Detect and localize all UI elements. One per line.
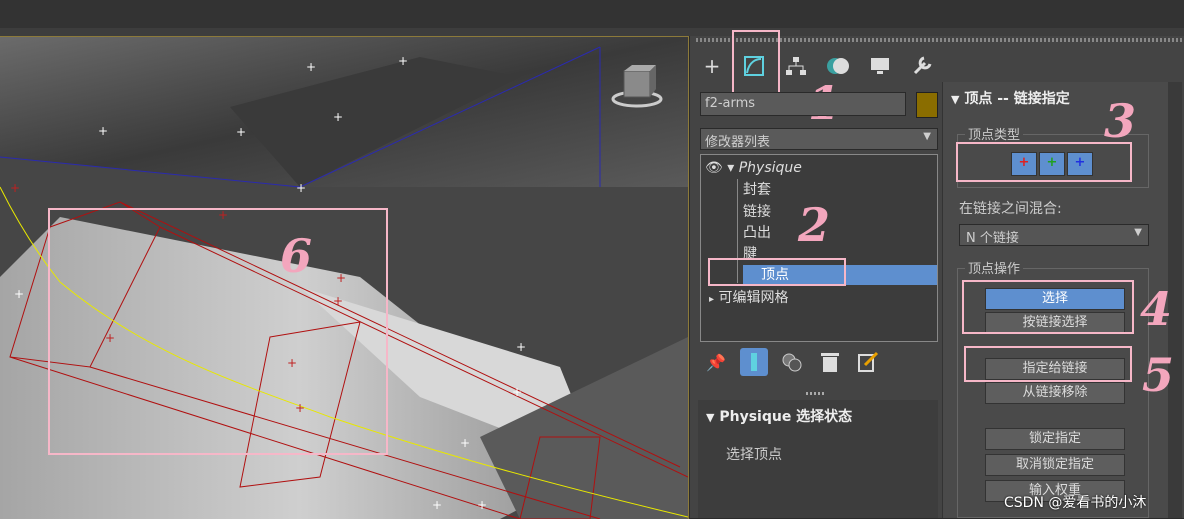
collapse-triangle-icon: ▼ <box>951 93 960 106</box>
annotation-6: 6 <box>280 229 313 283</box>
trash-icon[interactable] <box>816 348 844 376</box>
blend-dropdown[interactable]: N 个链接 ▼ <box>959 224 1149 246</box>
viewport[interactable]: + + + + + + + + + + + + + + + + + + + 6 <box>0 36 689 519</box>
chevron-down-icon: ▼ <box>1134 227 1142 238</box>
collapse-arrow-icon[interactable]: ▸ <box>709 294 714 305</box>
stack-item-editable-mesh[interactable]: ▸ 可编辑网格 <box>709 287 788 309</box>
svg-text:+: + <box>333 110 343 124</box>
stack-item-physique[interactable]: 👁 ▾ Physique <box>705 157 802 179</box>
pin-stack-icon[interactable]: 📌 <box>702 348 730 376</box>
annotation-4: 4 <box>1140 282 1173 336</box>
vertex-ops-label: 顶点操作 <box>965 258 1024 277</box>
annotation-box-3 <box>956 142 1132 182</box>
svg-text:+: + <box>10 181 20 195</box>
object-name-input[interactable]: f2-arms <box>700 92 906 116</box>
configure-sets-icon[interactable] <box>854 348 882 376</box>
vertex-link-rollout-header[interactable]: ▼ 顶点 -- 链接指定 <box>951 88 1070 108</box>
svg-text:+: + <box>14 287 24 301</box>
annotation-5: 5 <box>1142 348 1175 402</box>
svg-text:+: + <box>516 340 526 354</box>
command-panel: + 1 f2-arms 修改器列表 ▼ 👁 ▾ Physique 封套 链接 <box>690 30 1184 518</box>
annotation-box-4 <box>962 280 1134 334</box>
annotation-2: 2 <box>798 198 831 252</box>
display-tab-monitor-icon[interactable] <box>866 52 894 80</box>
stack-item-bulge[interactable]: 凸出 <box>743 222 771 244</box>
annotation-3: 3 <box>1104 94 1137 148</box>
show-end-result-icon[interactable] <box>740 348 768 376</box>
svg-text:+: + <box>98 124 108 138</box>
expand-arrow-icon[interactable]: ▾ <box>727 160 734 176</box>
eye-icon[interactable]: 👁 <box>705 160 723 176</box>
selection-rollout: ▼ Physique 选择状态 选择顶点 <box>698 400 938 518</box>
remove-from-link-button[interactable]: 从链接移除 <box>985 382 1125 404</box>
svg-text:+: + <box>236 125 246 139</box>
blend-label: 在链接之间混合: <box>959 201 1062 217</box>
make-unique-icon[interactable] <box>778 348 806 376</box>
chevron-down-icon: ▼ <box>923 131 931 142</box>
toolbar-strip <box>0 28 1184 36</box>
annotation-box-6 <box>48 208 388 455</box>
svg-text:+: + <box>512 385 522 399</box>
title-bar <box>0 0 1184 31</box>
utilities-tab-wrench-icon[interactable] <box>908 52 936 80</box>
blend-value: N 个链接 <box>966 231 1019 246</box>
annotation-box-5 <box>964 346 1132 382</box>
stack-item-link[interactable]: 链接 <box>743 201 771 223</box>
unlock-assignments-button[interactable]: 取消锁定指定 <box>985 454 1125 476</box>
selection-rollout-header[interactable]: ▼ Physique 选择状态 <box>706 406 852 426</box>
annotation-box-2 <box>708 258 846 286</box>
lock-assignments-button[interactable]: 锁定指定 <box>985 428 1125 450</box>
svg-text:+: + <box>296 181 306 195</box>
svg-text:+: + <box>306 60 316 74</box>
collapse-triangle-icon: ▼ <box>706 411 715 424</box>
svg-text:+: + <box>477 498 487 512</box>
stack-toolbar: 📌 <box>702 348 882 376</box>
svg-text:+: + <box>432 498 442 512</box>
vertex-type-label: 顶点类型 <box>965 124 1024 143</box>
svg-text:+: + <box>398 54 408 68</box>
modifier-list-label: 修改器列表 <box>705 135 771 150</box>
splitter-grip[interactable] <box>806 392 826 395</box>
svg-text:+: + <box>460 436 470 450</box>
selection-status-text: 选择顶点 <box>726 447 782 463</box>
stack-item-envelope[interactable]: 封套 <box>743 179 771 201</box>
watermark: CSDN @爱看书的小沐 <box>1004 495 1147 511</box>
create-tab-plus-icon[interactable]: + <box>698 52 726 80</box>
object-color-swatch[interactable] <box>916 92 938 118</box>
modifier-list-dropdown[interactable]: 修改器列表 ▼ <box>700 128 938 150</box>
hierarchy-tab-icon[interactable] <box>782 52 810 80</box>
